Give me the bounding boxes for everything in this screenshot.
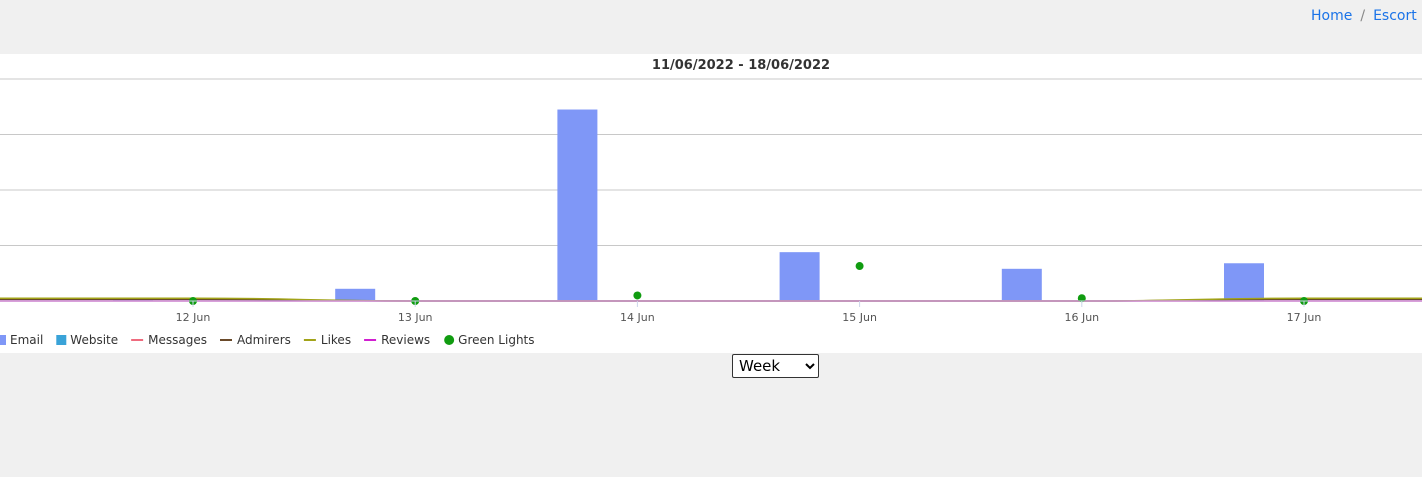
bar-email[interactable] [1224, 263, 1264, 301]
x-tick-label: 12 Jun [176, 311, 211, 324]
activity-chart: 11/06/2022 - 18/06/2022 12 Jun 13 Jun 14 J… [0, 58, 1422, 347]
range-select[interactable]: Week [732, 354, 819, 378]
legend-label: Likes [321, 333, 351, 347]
x-tick-label: 14 Jun [620, 311, 655, 324]
x-axis: 12 Jun 13 Jun 14 Jun 15 Jun 16 Jun 17 Jun [0, 300, 1422, 324]
chart-title: 11/06/2022 - 18/06/2022 [652, 58, 830, 73]
legend-label: Admirers [237, 333, 291, 347]
bar-email[interactable] [779, 252, 820, 301]
bar-email[interactable] [557, 109, 598, 302]
breadcrumb-separator: / [1360, 8, 1366, 24]
legend-item-likes[interactable]: Likes [303, 333, 351, 347]
x-tick-label: 16 Jun [1064, 311, 1099, 324]
legend-swatch [0, 335, 6, 345]
breadcrumb: Home / Escort L [1311, 8, 1422, 24]
legend-label: Messages [148, 333, 207, 347]
legend-item-green-lights[interactable]: Green Lights [444, 333, 535, 347]
legend-item-messages[interactable]: Messages [131, 333, 207, 347]
legend-item-reviews[interactable]: Reviews [364, 333, 430, 347]
legend-label: Email [10, 333, 43, 347]
chart-grid [0, 78, 1422, 246]
bar-email[interactable] [1001, 268, 1042, 301]
legend-item-website[interactable]: Website [56, 333, 118, 347]
point-green-lights[interactable] [855, 262, 864, 271]
x-tick-label: 13 Jun [398, 311, 433, 324]
legend-label: Green Lights [458, 333, 534, 347]
legend-swatch [56, 335, 67, 345]
legend-swatch [444, 335, 455, 345]
bar-email[interactable] [335, 288, 376, 301]
legend-item-admirers[interactable]: Admirers [220, 333, 291, 347]
chart-bars [113, 109, 1264, 302]
chart-legend: Email Website Messages Admirers Likes Reviews… [0, 333, 535, 347]
breadcrumb-current-link[interactable]: Escort L [1373, 8, 1422, 24]
point-green-lights[interactable] [633, 291, 642, 300]
legend-label: Website [70, 333, 118, 347]
breadcrumb-home-link[interactable]: Home [1311, 8, 1352, 24]
chart-panel: 11/06/2022 - 18/06/2022 12 Jun 13 Jun 14 J… [0, 54, 1422, 353]
legend-item-email[interactable]: Email [0, 333, 43, 347]
x-tick-label: 15 Jun [842, 311, 877, 324]
x-tick-label: 17 Jun [1287, 311, 1322, 324]
legend-label: Reviews [381, 333, 430, 347]
